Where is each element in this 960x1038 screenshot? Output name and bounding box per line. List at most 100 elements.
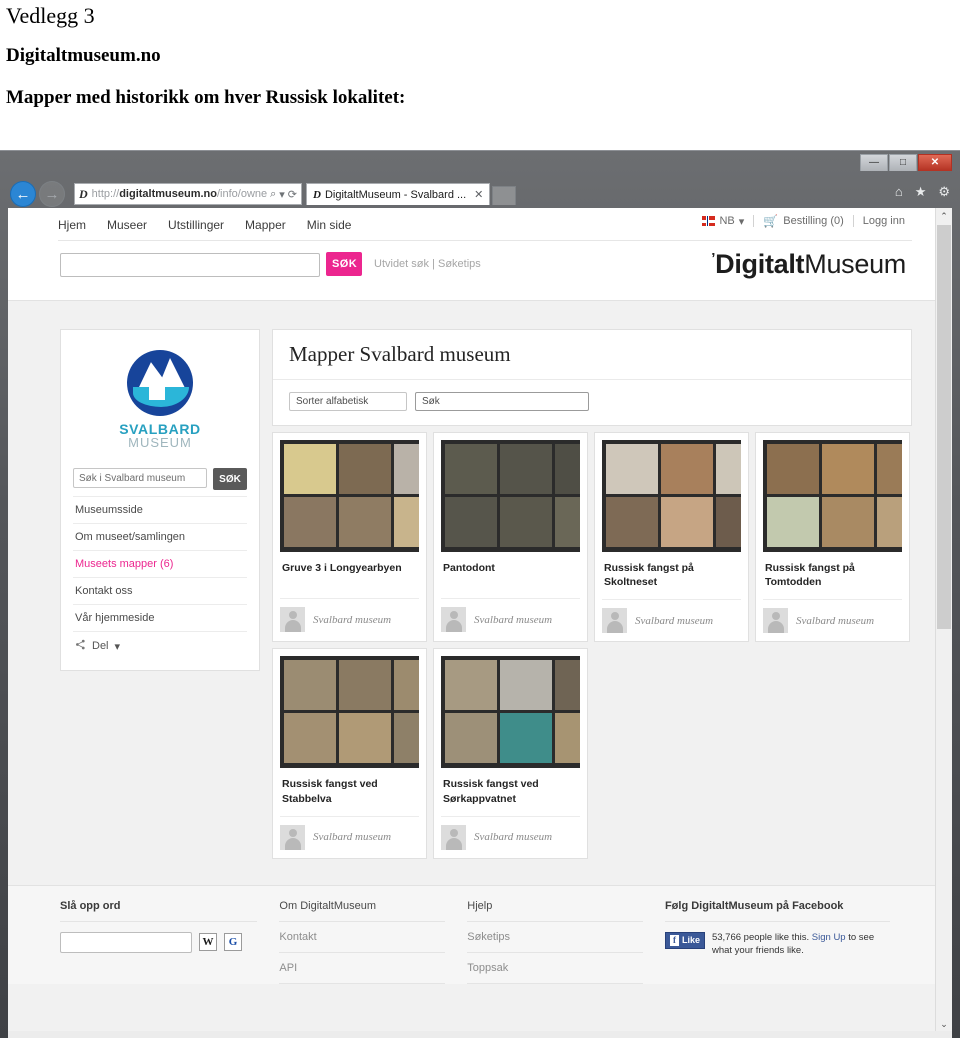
thumbnail-image — [394, 660, 419, 711]
sidebar-item-museets-mapper[interactable]: Museets mapper (6) — [73, 550, 247, 577]
folder-card[interactable]: Russisk fangst ved Sørkappvatnet Svalbar… — [433, 648, 588, 859]
thumbnail-image — [555, 444, 580, 494]
facebook-like-widget: f Like 53,766 people like this. Sign Up … — [664, 922, 890, 958]
search-icon[interactable]: ⌕ — [270, 188, 276, 201]
footer-lookup-column: Slå opp ord W G — [60, 900, 279, 984]
lookup-row: W G — [60, 922, 257, 953]
footer-link-kontakt[interactable]: Kontakt — [279, 922, 446, 953]
avatar — [280, 607, 305, 632]
folder-owner-name: Svalbard museum — [635, 614, 714, 627]
nav-item-mapper[interactable]: Mapper — [245, 218, 286, 232]
site-heading: Digitaltmuseum.no — [6, 45, 161, 67]
folder-owner-row: Svalbard museum — [763, 599, 902, 634]
folder-owner-name: Svalbard museum — [313, 613, 392, 626]
footer-link-hjelp[interactable]: Hjelp — [467, 900, 643, 922]
museum-sidebar: SVALBARD MUSEUM Søk i Svalbard museum SØ… — [60, 329, 260, 671]
page-scrollbar[interactable]: ⌃ ⌄ — [935, 208, 952, 1032]
folder-search-input[interactable]: Søk — [415, 392, 589, 411]
thumbnail-image — [500, 444, 552, 494]
nav-item-utstillinger[interactable]: Utstillinger — [168, 218, 224, 232]
thumbnail-image — [716, 497, 741, 547]
facebook-signup-link[interactable]: Sign Up — [812, 932, 846, 943]
back-icon[interactable]: ← — [10, 181, 36, 207]
chevron-down-icon: ▾ — [738, 215, 745, 228]
minimize-button[interactable]: — — [860, 154, 888, 171]
address-bar[interactable]: D http://digitaltmuseum.no/info/owner ⌕ … — [74, 183, 302, 205]
browser-status-strip — [8, 1031, 952, 1038]
lookup-input[interactable] — [60, 931, 192, 953]
svalbard-museum-logo[interactable]: SVALBARD MUSEUM — [73, 344, 247, 460]
folder-card[interactable]: Pantodont Svalbard museum — [433, 432, 588, 643]
page-title: Mapper Svalbard museum — [273, 330, 911, 380]
folder-card-grid: Gruve 3 i Longyearbyen Svalbard museum P… — [272, 432, 912, 859]
search-helper-links[interactable]: Utvidet søk | Søketips — [374, 258, 481, 270]
norwegian-flag-icon — [702, 216, 716, 226]
wikipedia-button[interactable]: W — [199, 933, 217, 952]
avatar — [441, 607, 466, 632]
footer-link-toppsak[interactable]: Toppsak — [467, 953, 643, 984]
search-input[interactable] — [60, 253, 320, 277]
browser-navigation-bar: ← → D http://digitaltmuseum.no/info/owne… — [0, 176, 960, 212]
new-tab-button[interactable] — [492, 186, 517, 205]
share-button[interactable]: Del ▾ — [73, 631, 247, 660]
nav-item-min-side[interactable]: Min side — [307, 218, 352, 232]
thumbnail-image — [339, 660, 391, 711]
cart-button[interactable]: 🛒 Bestilling (0) — [754, 214, 852, 228]
sidebar-item-var-hjemmeside[interactable]: Vår hjemmeside — [73, 604, 247, 631]
sidebar-item-om-museet[interactable]: Om museet/samlingen — [73, 523, 247, 550]
facebook-like-button[interactable]: f Like — [664, 931, 705, 949]
chevron-down-icon[interactable]: ▾ — [279, 188, 285, 201]
header-utility-bar: NB ▾ 🛒 Bestilling (0) Logg inn — [693, 214, 914, 228]
language-selector[interactable]: NB ▾ — [693, 215, 753, 228]
close-button[interactable]: ✕ — [918, 154, 952, 171]
thumbnail-image — [877, 444, 902, 494]
forward-icon[interactable]: → — [39, 181, 65, 207]
museum-search-button[interactable]: SØK — [213, 468, 247, 490]
nav-item-hjem[interactable]: Hjem — [58, 218, 86, 232]
folder-card[interactable]: Gruve 3 i Longyearbyen Svalbard museum — [272, 432, 427, 643]
login-link[interactable]: Logg inn — [854, 215, 914, 227]
sidebar-item-museumsside[interactable]: Museumsside — [73, 496, 247, 523]
folder-card[interactable]: Russisk fangst på Tomtodden Svalbard mus… — [755, 432, 910, 643]
panel-header: Mapper Svalbard museum Sorter alfabetisk… — [272, 329, 912, 426]
maximize-button[interactable]: □ — [889, 154, 917, 171]
url-path: /info/owner — [216, 188, 268, 200]
folder-title: Russisk fangst ved Stabbelva — [282, 778, 378, 805]
lookup-heading: Slå opp ord — [60, 900, 258, 922]
scroll-down-icon[interactable]: ⌄ — [936, 1016, 952, 1032]
svalbard-logo-mark-icon — [127, 350, 193, 416]
facebook-like-count: 53,766 people like this. — [711, 931, 810, 943]
sort-alphabetical-button[interactable]: Sorter alfabetisk — [289, 392, 407, 411]
footer-link-soketips[interactable]: Søketips — [467, 922, 643, 953]
home-icon[interactable]: ⌂ — [895, 184, 903, 200]
footer-facebook-column: Følg DigitaltMuseum på Facebook f Like 5… — [664, 900, 912, 984]
browser-tab[interactable]: D DigitaltMuseum - Svalbard ... ✕ — [306, 183, 491, 205]
scroll-up-icon[interactable]: ⌃ — [936, 208, 952, 224]
folder-owner-row: Svalbard museum — [280, 598, 419, 632]
museum-search-input[interactable]: Søk i Svalbard museum — [73, 468, 207, 488]
nav-item-museer[interactable]: Museer — [107, 218, 147, 232]
sidebar-item-kontakt-oss[interactable]: Kontakt oss — [73, 577, 247, 604]
gear-icon[interactable]: ⚙ — [938, 184, 950, 200]
document-subheading: Mapper med historikk om hver Russisk lok… — [6, 87, 406, 109]
refresh-icon[interactable]: ⟳ — [288, 188, 297, 201]
scrollbar-thumb[interactable] — [937, 225, 951, 629]
search-button[interactable]: SØK — [326, 252, 362, 276]
tab-close-icon[interactable]: ✕ — [474, 188, 483, 201]
browser-window: — □ ✕ ← → D http://digitaltmuseum.no/inf… — [0, 150, 960, 1038]
footer-link-om-digitaltmuseum[interactable]: Om DigitaltMuseum — [279, 900, 446, 922]
favorites-star-icon[interactable]: ★ — [915, 184, 927, 200]
facebook-heading: Følg DigitaltMuseum på Facebook — [664, 900, 890, 922]
folder-card[interactable]: Russisk fangst ved Stabbelva Svalbard mu… — [272, 648, 427, 859]
thumbnail-image — [500, 497, 552, 547]
google-button[interactable]: G — [224, 933, 242, 952]
folder-card[interactable]: Russisk fangst på Skoltneset Svalbard mu… — [594, 432, 749, 643]
sidebar-link-list: Museumsside Om museet/samlingen Museets … — [73, 496, 247, 631]
footer-link-api[interactable]: API — [279, 953, 446, 984]
folder-owner-row: Svalbard museum — [280, 815, 419, 850]
thumbnail-image — [394, 444, 419, 494]
thumbnail-image — [606, 444, 658, 494]
like-label: Like — [681, 935, 700, 946]
digitaltmuseum-logo[interactable]: ’DigitaltMuseum — [711, 249, 906, 280]
thumbnail-image — [284, 660, 336, 711]
